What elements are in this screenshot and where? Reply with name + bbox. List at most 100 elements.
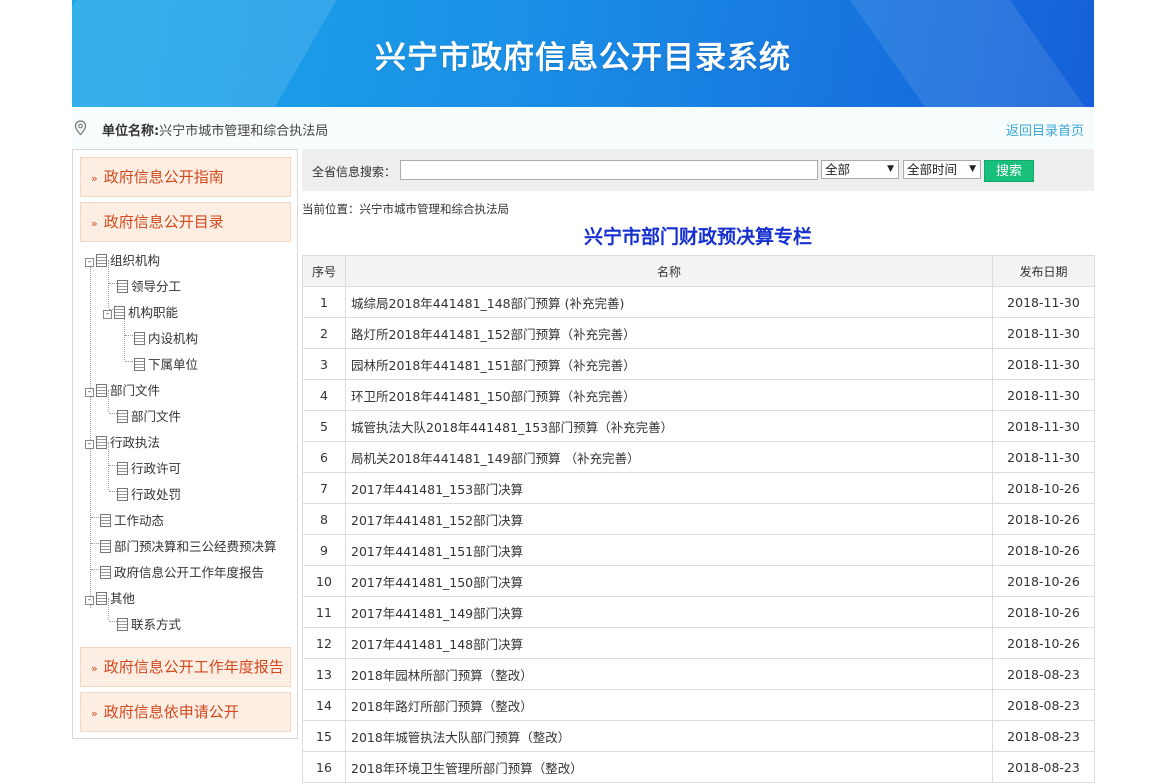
tree-line [125, 335, 133, 336]
menu-annual-report[interactable]: » 政府信息公开工作年度报告 [80, 647, 291, 687]
table-row[interactable]: 9 2017年441481_151部门决算 2018-10-26 [302, 534, 1095, 566]
collapse-icon[interactable]: - [103, 310, 112, 319]
document-link[interactable]: 城管执法大队2018年441481_153部门预算（补充完善） [345, 410, 993, 442]
search-label: 全省信息搜索： [312, 165, 397, 179]
document-link[interactable]: 2017年441481_149部门决算 [345, 596, 993, 628]
document-icon [117, 618, 128, 631]
tree-node-internal[interactable]: 内设机构 [134, 330, 198, 348]
tree-node-org[interactable]: - 组织机构 [85, 252, 160, 270]
tree-node-other[interactable]: - 其他 [85, 590, 135, 608]
table-row[interactable]: 16 2018年环境卫生管理所部门预算（整改） 2018-08-23 [302, 751, 1095, 783]
table-row[interactable]: 6 局机关2018年441481_149部门预算 （补充完善） 2018-11-30 [302, 441, 1095, 473]
document-table: 序号 名称 发布日期 1 城综局2018年441481_148部门预算 (补充完善… [302, 255, 1095, 783]
tree-node-news[interactable]: 工作动态 [100, 512, 164, 530]
table-row[interactable]: 15 2018年城管执法大队部门预算（整改） 2018-08-23 [302, 720, 1095, 752]
tree-node-dept-docs-child[interactable]: 部门文件 [117, 408, 181, 426]
table-row[interactable]: 5 城管执法大队2018年441481_153部门预算（补充完善） 2018-11-… [302, 410, 1095, 442]
search-button[interactable]: 搜索 [984, 160, 1034, 182]
row-number: 15 [302, 720, 346, 752]
table-row[interactable]: 8 2017年441481_152部门决算 2018-10-26 [302, 503, 1095, 535]
publish-date: 2018-10-26 [992, 565, 1095, 597]
document-link[interactable]: 2018年城管执法大队部门预算（整改） [345, 720, 993, 752]
search-bar: 全省信息搜索： 全部 ▼ 全部时间 ▼ 搜索 [302, 149, 1094, 191]
document-link[interactable]: 2018年环境卫生管理所部门预算（整改） [345, 751, 993, 783]
tree-node-label: 内设机构 [148, 331, 199, 346]
tree-node-license[interactable]: 行政许可 [117, 460, 181, 478]
menu-catalog[interactable]: » 政府信息公开目录 [80, 202, 291, 242]
document-icon [117, 410, 128, 423]
unit-name-value: 兴宁市城市管理和综合执法局 [159, 124, 329, 139]
tree-line [109, 491, 117, 492]
back-to-index-link[interactable]: 返回目录首页 [1006, 120, 1084, 139]
tree-node-penalty[interactable]: 行政处罚 [117, 486, 181, 504]
menu-guide[interactable]: » 政府信息公开指南 [80, 157, 291, 197]
tree-node-label: 领导分工 [131, 279, 182, 294]
tree-node-subordinate[interactable]: 下属单位 [134, 356, 198, 374]
document-icon [100, 540, 111, 553]
tree-node-label: 行政执法 [110, 435, 161, 450]
row-number: 10 [302, 565, 346, 597]
tree-node-functions[interactable]: - 机构职能 [103, 304, 178, 322]
publish-date: 2018-11-30 [992, 379, 1095, 411]
document-link[interactable]: 2017年441481_152部门决算 [345, 503, 993, 535]
publish-date: 2018-08-23 [992, 720, 1095, 752]
table-row[interactable]: 11 2017年441481_149部门决算 2018-10-26 [302, 596, 1095, 628]
collapse-icon[interactable]: - [85, 440, 94, 449]
document-link[interactable]: 2017年441481_151部门决算 [345, 534, 993, 566]
collapse-icon[interactable]: - [85, 596, 94, 605]
table-row[interactable]: 4 环卫所2018年441481_150部门预算（补充完善） 2018-11-30 [302, 379, 1095, 411]
document-link[interactable]: 局机关2018年441481_149部门预算 （补充完善） [345, 441, 993, 473]
header-date: 发布日期 [992, 255, 1095, 287]
collapse-icon[interactable]: - [85, 258, 94, 267]
tree-node-label: 部门文件 [131, 409, 182, 424]
time-select[interactable]: 全部时间 ▼ [903, 160, 981, 179]
document-icon [96, 592, 107, 605]
breadcrumb-current[interactable]: 兴宁市城市管理和综合执法局 [360, 202, 510, 216]
document-link[interactable]: 2017年441481_153部门决算 [345, 472, 993, 504]
tree-node-leader[interactable]: 领导分工 [117, 278, 181, 296]
document-icon [114, 306, 125, 319]
publish-date: 2018-10-26 [992, 503, 1095, 535]
publish-date: 2018-11-30 [992, 348, 1095, 380]
table-row[interactable]: 7 2017年441481_153部门决算 2018-10-26 [302, 472, 1095, 504]
document-link[interactable]: 2018年园林所部门预算（整改） [345, 658, 993, 690]
table-row[interactable]: 3 园林所2018年441481_151部门预算（补充完善） 2018-11-30 [302, 348, 1095, 380]
table-row[interactable]: 2 路灯所2018年441481_152部门预算（补充完善） 2018-11-30 [302, 317, 1095, 349]
tree-line [109, 621, 117, 622]
tree-node-enforcement[interactable]: - 行政执法 [85, 434, 160, 452]
document-link[interactable]: 城综局2018年441481_148部门预算 (补充完善) [345, 286, 993, 318]
menu-label: 政府信息公开目录 [103, 213, 224, 231]
table-row[interactable]: 13 2018年园林所部门预算（整改） 2018-08-23 [302, 658, 1095, 690]
document-link[interactable]: 环卫所2018年441481_150部门预算（补充完善） [345, 379, 993, 411]
tree-node-budget[interactable]: 部门预决算和三公经费预决算 [100, 538, 277, 556]
tree-node-contact[interactable]: 联系方式 [117, 616, 181, 634]
table-body: 1 城综局2018年441481_148部门预算 (补充完善) 2018-11-30… [302, 286, 1095, 783]
table-row[interactable]: 10 2017年441481_150部门决算 2018-10-26 [302, 565, 1095, 597]
header-name: 名称 [345, 255, 993, 287]
tree-node-label: 工作动态 [114, 513, 165, 528]
table-row[interactable]: 12 2017年441481_148部门决算 2018-10-26 [302, 627, 1095, 659]
scope-select[interactable]: 全部 ▼ [821, 160, 899, 179]
row-number: 9 [302, 534, 346, 566]
document-link[interactable]: 2018年路灯所部门预算（整改） [345, 689, 993, 721]
publish-date: 2018-08-23 [992, 658, 1095, 690]
unit-name: 单位名称:兴宁市城市管理和综合执法局 [102, 120, 328, 139]
document-link[interactable]: 路灯所2018年441481_152部门预算（补充完善） [345, 317, 993, 349]
publish-date: 2018-10-26 [992, 472, 1095, 504]
menu-request-disclosure[interactable]: » 政府信息依申请公开 [80, 692, 291, 732]
document-icon [100, 566, 111, 579]
document-link[interactable]: 2017年441481_148部门决算 [345, 627, 993, 659]
tree-line [91, 543, 99, 544]
tree-node-annual-report[interactable]: 政府信息公开工作年度报告 [100, 564, 264, 582]
table-row[interactable]: 1 城综局2018年441481_148部门预算 (补充完善) 2018-11-30 [302, 286, 1095, 318]
document-link[interactable]: 2017年441481_150部门决算 [345, 565, 993, 597]
tree-line [125, 361, 133, 362]
search-input[interactable] [400, 160, 818, 180]
document-link[interactable]: 园林所2018年441481_151部门预算（补充完善） [345, 348, 993, 380]
table-row[interactable]: 14 2018年路灯所部门预算（整改） 2018-08-23 [302, 689, 1095, 721]
tree-node-dept-docs[interactable]: - 部门文件 [85, 382, 160, 400]
tree-node-label: 联系方式 [131, 617, 182, 632]
document-icon [96, 384, 107, 397]
document-icon [117, 280, 128, 293]
collapse-icon[interactable]: - [85, 388, 94, 397]
